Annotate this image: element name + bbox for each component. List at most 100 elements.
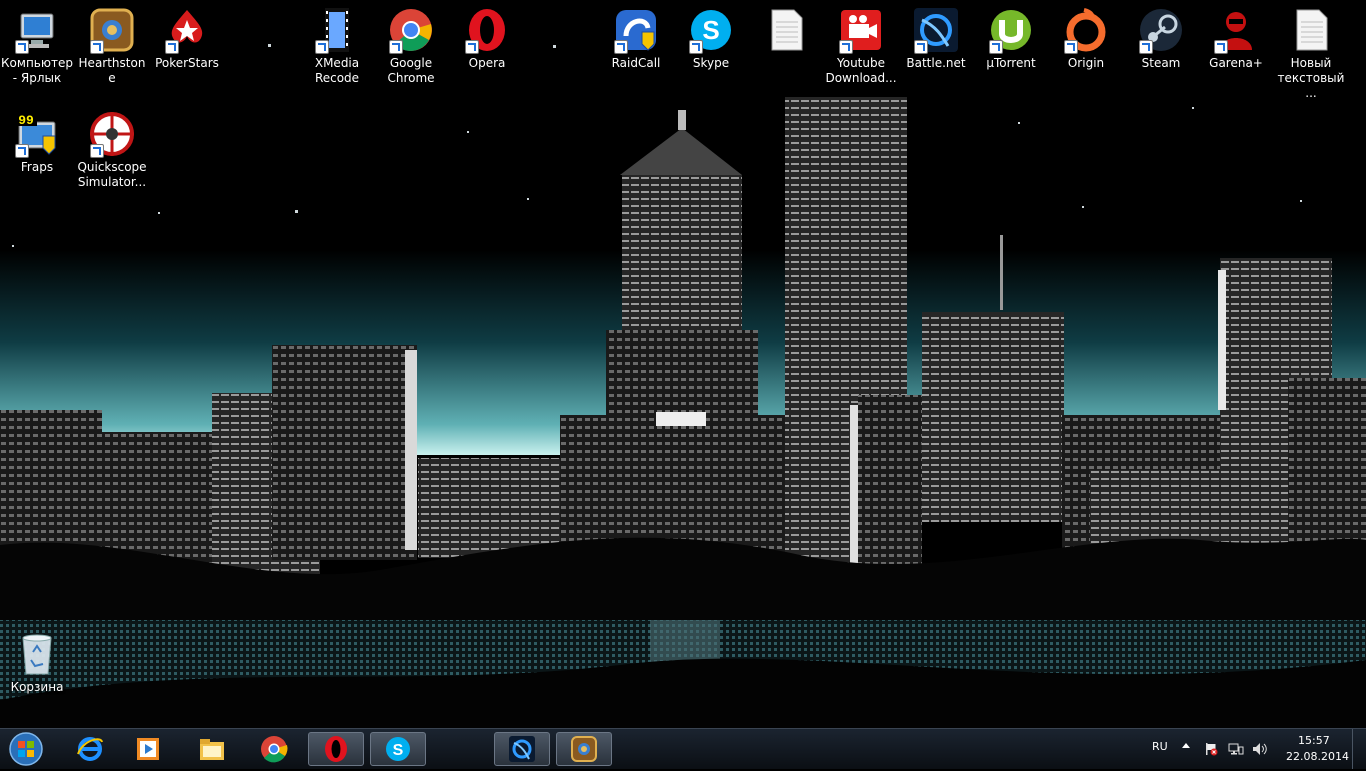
taskbar-media-player[interactable] <box>120 732 176 766</box>
internet-explorer-icon <box>77 737 103 761</box>
desktop-icon-steam[interactable]: Steam <box>1124 0 1198 71</box>
desktop-icon-origin[interactable]: Origin <box>1049 0 1123 71</box>
desktop-icon-garena[interactable]: Garena+ <box>1199 0 1273 71</box>
desktop-icon-label: Skype <box>692 56 730 70</box>
battlenet-icon <box>912 6 960 54</box>
flag-icon[interactable] <box>1204 741 1218 756</box>
recycle-bin-icon <box>13 630 61 678</box>
desktop-icon-label: XMedia Recode <box>314 56 360 85</box>
shortcut-arrow-icon <box>315 40 329 54</box>
explorer-icon <box>200 739 224 760</box>
desktop-icon-computer[interactable]: Компьютер - Ярлык <box>0 0 74 86</box>
desktop-icon-label: PokerStars <box>155 56 219 70</box>
desktop-icon-label: Новый текстовый ... <box>1277 56 1345 100</box>
language-indicator[interactable]: RU <box>1152 740 1168 753</box>
shortcut-arrow-icon <box>15 144 29 158</box>
desktop-icon-label: Garena+ <box>1209 56 1263 70</box>
battlenet-icon <box>509 736 535 762</box>
chrome-icon <box>387 6 435 54</box>
shortcut-arrow-icon <box>914 40 928 54</box>
shortcut-arrow-icon <box>465 40 479 54</box>
taskbar-skype[interactable]: S <box>370 732 426 766</box>
svg-text:S: S <box>393 742 404 759</box>
desktop-icon-skype[interactable]: S Skype <box>674 0 748 71</box>
steam-icon <box>1137 6 1185 54</box>
shortcut-arrow-icon <box>1139 40 1153 54</box>
shortcut-arrow-icon <box>1214 40 1228 54</box>
desktop-icon-label: Google Chrome <box>387 56 435 85</box>
clock-date[interactable]: 22.08.2014 <box>1286 750 1349 763</box>
computer-icon <box>13 6 61 54</box>
desktop-icon-label: Hearthstone <box>78 56 146 85</box>
desktop-icon-label: Steam <box>1141 56 1181 70</box>
desktop-icon-label: RaidCall <box>611 56 661 70</box>
desktop-icon-recycle-bin[interactable]: Корзина <box>0 624 74 695</box>
desktop-icon-youtube-downloader[interactable]: Youtube Download... <box>824 0 898 86</box>
windows-orb-icon <box>9 732 43 766</box>
show-desktop-button[interactable] <box>1352 729 1366 769</box>
taskbar-internet-explorer[interactable] <box>62 732 118 766</box>
desktop-icon-label: Quickscope Simulator... <box>77 160 147 189</box>
skype-icon: S <box>386 737 410 761</box>
clock-time[interactable]: 15:57 <box>1298 734 1330 747</box>
taskbar-opera[interactable] <box>308 732 364 766</box>
fraps-counter: 99 <box>18 113 34 128</box>
desktop-icon-battlenet[interactable]: Battle.net <box>899 0 973 71</box>
desktop-icon-pokerstars[interactable]: PokerStars <box>150 0 224 71</box>
shortcut-arrow-icon <box>839 40 853 54</box>
shortcut-arrow-icon <box>90 40 104 54</box>
desktop-icon-chrome[interactable]: Google Chrome <box>374 0 448 86</box>
shortcut-arrow-icon <box>90 144 104 158</box>
text-file-icon <box>762 6 810 54</box>
taskbar-chrome[interactable] <box>246 732 302 766</box>
hearthstone-icon <box>88 6 136 54</box>
desktop-icon-label: Компьютер - Ярлык <box>1 56 73 85</box>
chrome-icon <box>261 736 288 763</box>
shortcut-arrow-icon <box>165 40 179 54</box>
desktop-icon-raidcall[interactable]: RaidCall <box>599 0 673 71</box>
desktop-icon-label: Opera <box>468 56 506 70</box>
taskbar: S RU 15:57 22.08.2014 <box>0 728 1366 769</box>
quickscope-icon <box>88 110 136 158</box>
shortcut-arrow-icon <box>15 40 29 54</box>
text-file-icon <box>1287 6 1335 54</box>
desktop-icon-utorrent[interactable]: µTorrent <box>974 0 1048 71</box>
desktop-icon-label: µTorrent <box>986 56 1036 70</box>
desktop-icon-quickscope[interactable]: Quickscope Simulator... <box>75 104 149 190</box>
fraps-icon: 99 <box>13 110 61 158</box>
desktop-icon-hearthstone[interactable]: Hearthstone <box>75 0 149 86</box>
pokerstars-icon <box>163 6 211 54</box>
desktop-icon-label: Origin <box>1067 56 1105 70</box>
utorrent-icon <box>987 6 1035 54</box>
desktop-icon-fraps[interactable]: 99 Fraps <box>0 104 74 175</box>
desktop-icon-label: Fraps <box>20 160 54 174</box>
desktop-icon-label: Battle.net <box>906 56 966 70</box>
taskbar-explorer[interactable] <box>184 732 240 766</box>
desktop-icon-label: Корзина <box>10 680 64 694</box>
desktop-wallpaper <box>0 0 1366 730</box>
volume-icon[interactable] <box>1252 741 1268 755</box>
garena-icon <box>1212 6 1260 54</box>
desktop-icon-text-file[interactable] <box>749 0 823 56</box>
shortcut-arrow-icon <box>989 40 1003 54</box>
desktop-icon-label: Youtube Download... <box>825 56 897 85</box>
desktop-icon-xmedia-recode[interactable]: XMedia Recode <box>300 0 374 86</box>
shortcut-arrow-icon <box>689 40 703 54</box>
tray-expand-icon[interactable] <box>1182 743 1190 748</box>
taskbar-hearthstone[interactable] <box>556 732 612 766</box>
desktop-icon-opera[interactable]: Opera <box>450 0 524 71</box>
shortcut-arrow-icon <box>389 40 403 54</box>
shortcut-arrow-icon <box>1064 40 1078 54</box>
desktop-icon-new-text-file[interactable]: Новый текстовый ... <box>1274 0 1348 101</box>
raidcall-icon <box>612 6 660 54</box>
skype-icon: S <box>687 6 735 54</box>
network-icon[interactable] <box>1228 741 1244 755</box>
origin-icon <box>1062 6 1110 54</box>
media-player-icon <box>137 738 159 760</box>
shortcut-arrow-icon <box>614 40 628 54</box>
opera-icon <box>325 736 347 762</box>
taskbar-battlenet[interactable] <box>494 732 550 766</box>
svg-text:S: S <box>702 15 719 45</box>
start-button[interactable] <box>4 731 48 767</box>
youtube-downloader-icon <box>837 6 885 54</box>
